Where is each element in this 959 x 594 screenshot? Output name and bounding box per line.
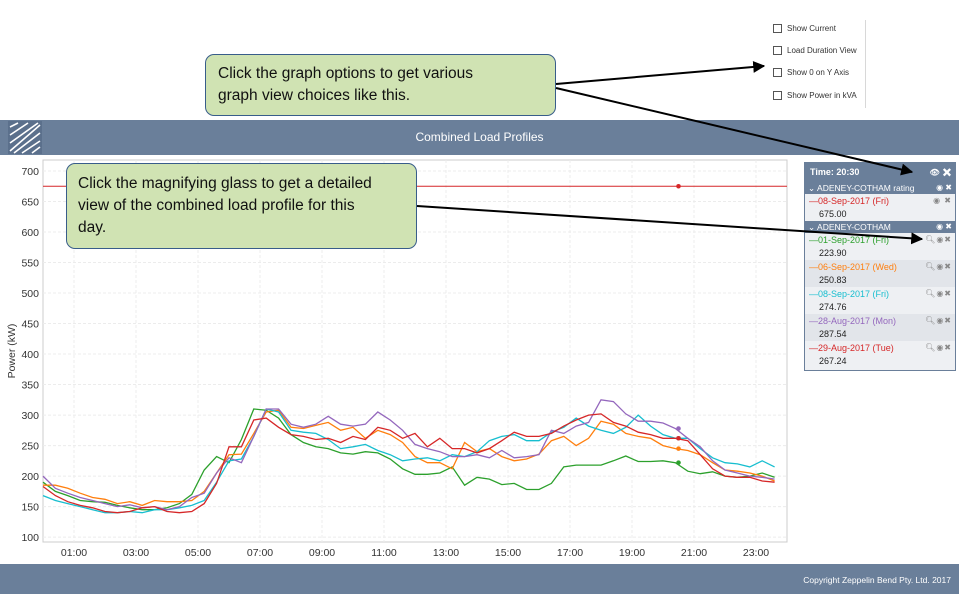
arrow-to-magnifier [416, 205, 924, 245]
arrow-to-options-icon [555, 87, 914, 176]
annotation-arrows [416, 60, 924, 245]
arrow-to-options [555, 60, 766, 85]
